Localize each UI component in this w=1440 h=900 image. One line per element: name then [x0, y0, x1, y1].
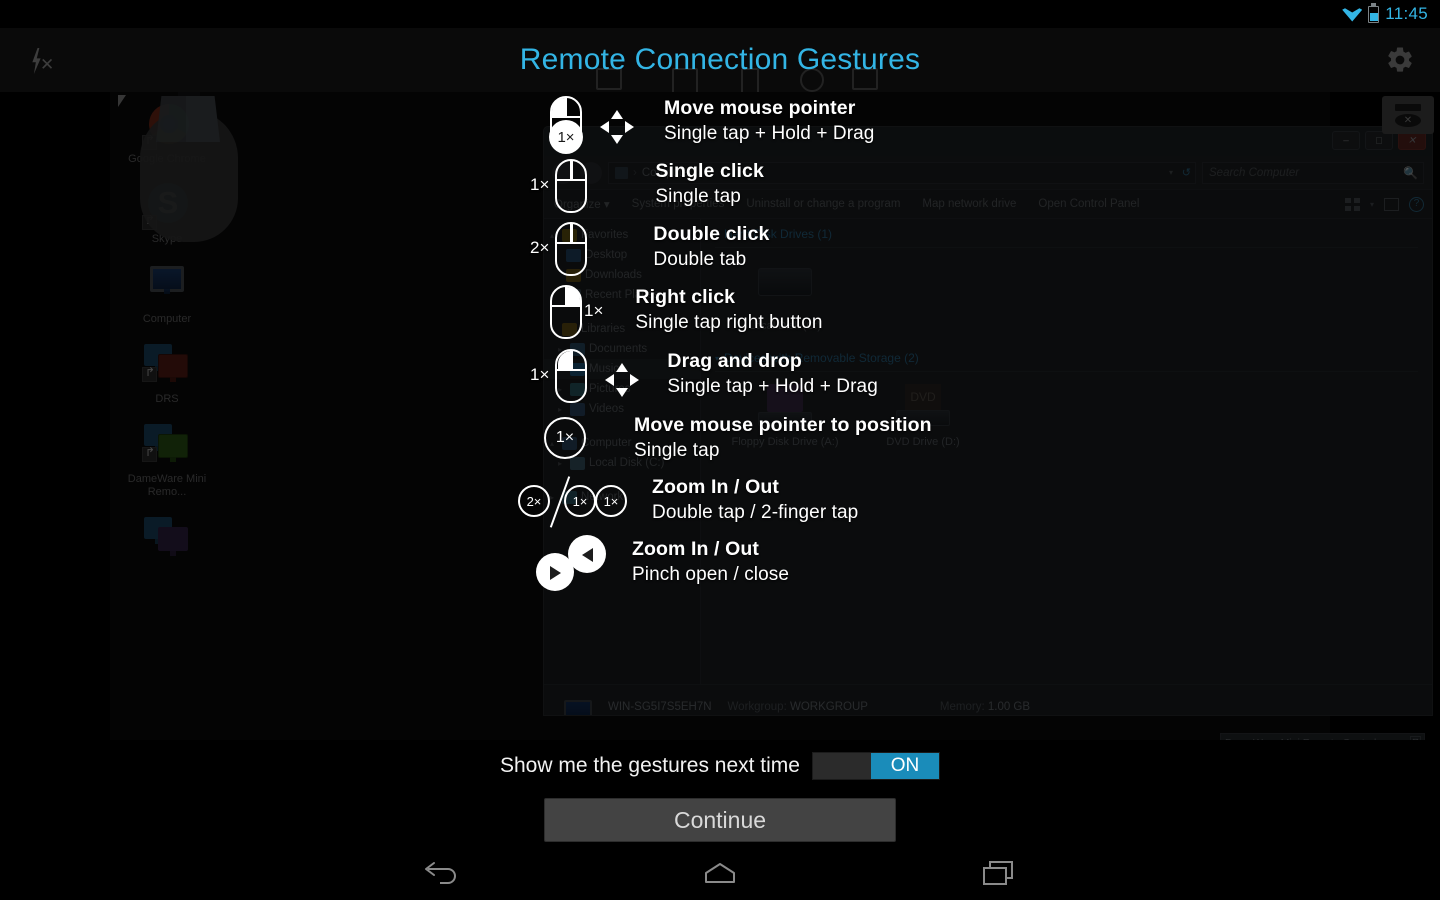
gesture-subtitle: Single tap right button	[635, 312, 823, 333]
mouse-left-click-icon: 1×	[548, 96, 584, 154]
gesture-title: Double click	[653, 223, 770, 245]
tap-circle-icon-1x-second: 1×	[595, 485, 627, 517]
pinch-gesture-icon	[536, 535, 608, 591]
tap-count-badge: 1×	[549, 120, 583, 154]
gesture-row-move-mouse-pointer: 1× Move mouse pointer Single tap + Hold …	[548, 96, 875, 154]
gesture-row-single-click: 1× Single click Single tap	[530, 159, 764, 215]
gesture-subtitle: Single tap + Hold + Drag	[667, 376, 878, 397]
gesture-row-pinch: Zoom In / Out Pinch open / close	[536, 535, 789, 591]
gesture-row-drag-and-drop: 1× Drag and drop Single tap + Hold + Dra…	[530, 349, 878, 405]
gesture-title: Right click	[635, 286, 736, 308]
tap-count: 1×	[530, 365, 550, 384]
gesture-subtitle: Single tap	[634, 440, 720, 461]
mouse-right-click-icon	[548, 285, 584, 341]
gesture-subtitle: Double tab	[653, 249, 747, 270]
gesture-row-zoom-taps: 2× 1× 1× Zoom In / Out Double tap / 2-fi…	[518, 475, 858, 529]
four-way-arrows-icon	[600, 110, 634, 144]
gesture-subtitle: Single tap	[655, 186, 741, 207]
gesture-title: Single click	[655, 160, 764, 182]
gesture-title: Zoom In / Out	[632, 538, 759, 560]
gesture-overlay: 1× Move mouse pointer Single tap + Hold …	[0, 0, 1440, 900]
hide-keyboard-icon[interactable]: ✕	[1382, 96, 1434, 134]
gesture-row-double-click: 2× Double click Double tab	[530, 222, 769, 278]
gesture-row-move-pointer-to-position: 1× Move mouse pointer to position Single…	[544, 413, 932, 463]
tap-count: 2×	[530, 238, 550, 257]
gesture-title: Move mouse pointer	[664, 97, 856, 119]
mouse-plain-icon	[553, 222, 589, 278]
gesture-subtitle: Single tap + Hold + Drag	[664, 123, 875, 144]
tap-count: 1×	[584, 301, 604, 320]
gesture-subtitle: Pinch open / close	[632, 564, 790, 585]
slash-divider-icon	[550, 475, 572, 529]
tap-count: 1×	[530, 175, 550, 194]
screen: 11:45 ✕ Remote Connection Gestures ↱ ↱ S…	[0, 0, 1440, 900]
gesture-title: Drag and drop	[667, 350, 802, 372]
gesture-title: Zoom In / Out	[652, 476, 779, 498]
mouse-left-drag-icon	[553, 349, 589, 405]
gesture-subtitle: Double tap / 2-finger tap	[652, 502, 859, 523]
four-way-arrows-icon	[605, 363, 640, 397]
gesture-row-right-click: 1× Right click Single tap right button	[548, 285, 823, 341]
tap-circle-icon-2x: 2×	[518, 485, 550, 517]
mouse-plain-icon	[553, 159, 589, 215]
gesture-title: Move mouse pointer to position	[634, 414, 932, 436]
tap-circle-icon: 1×	[544, 417, 586, 459]
